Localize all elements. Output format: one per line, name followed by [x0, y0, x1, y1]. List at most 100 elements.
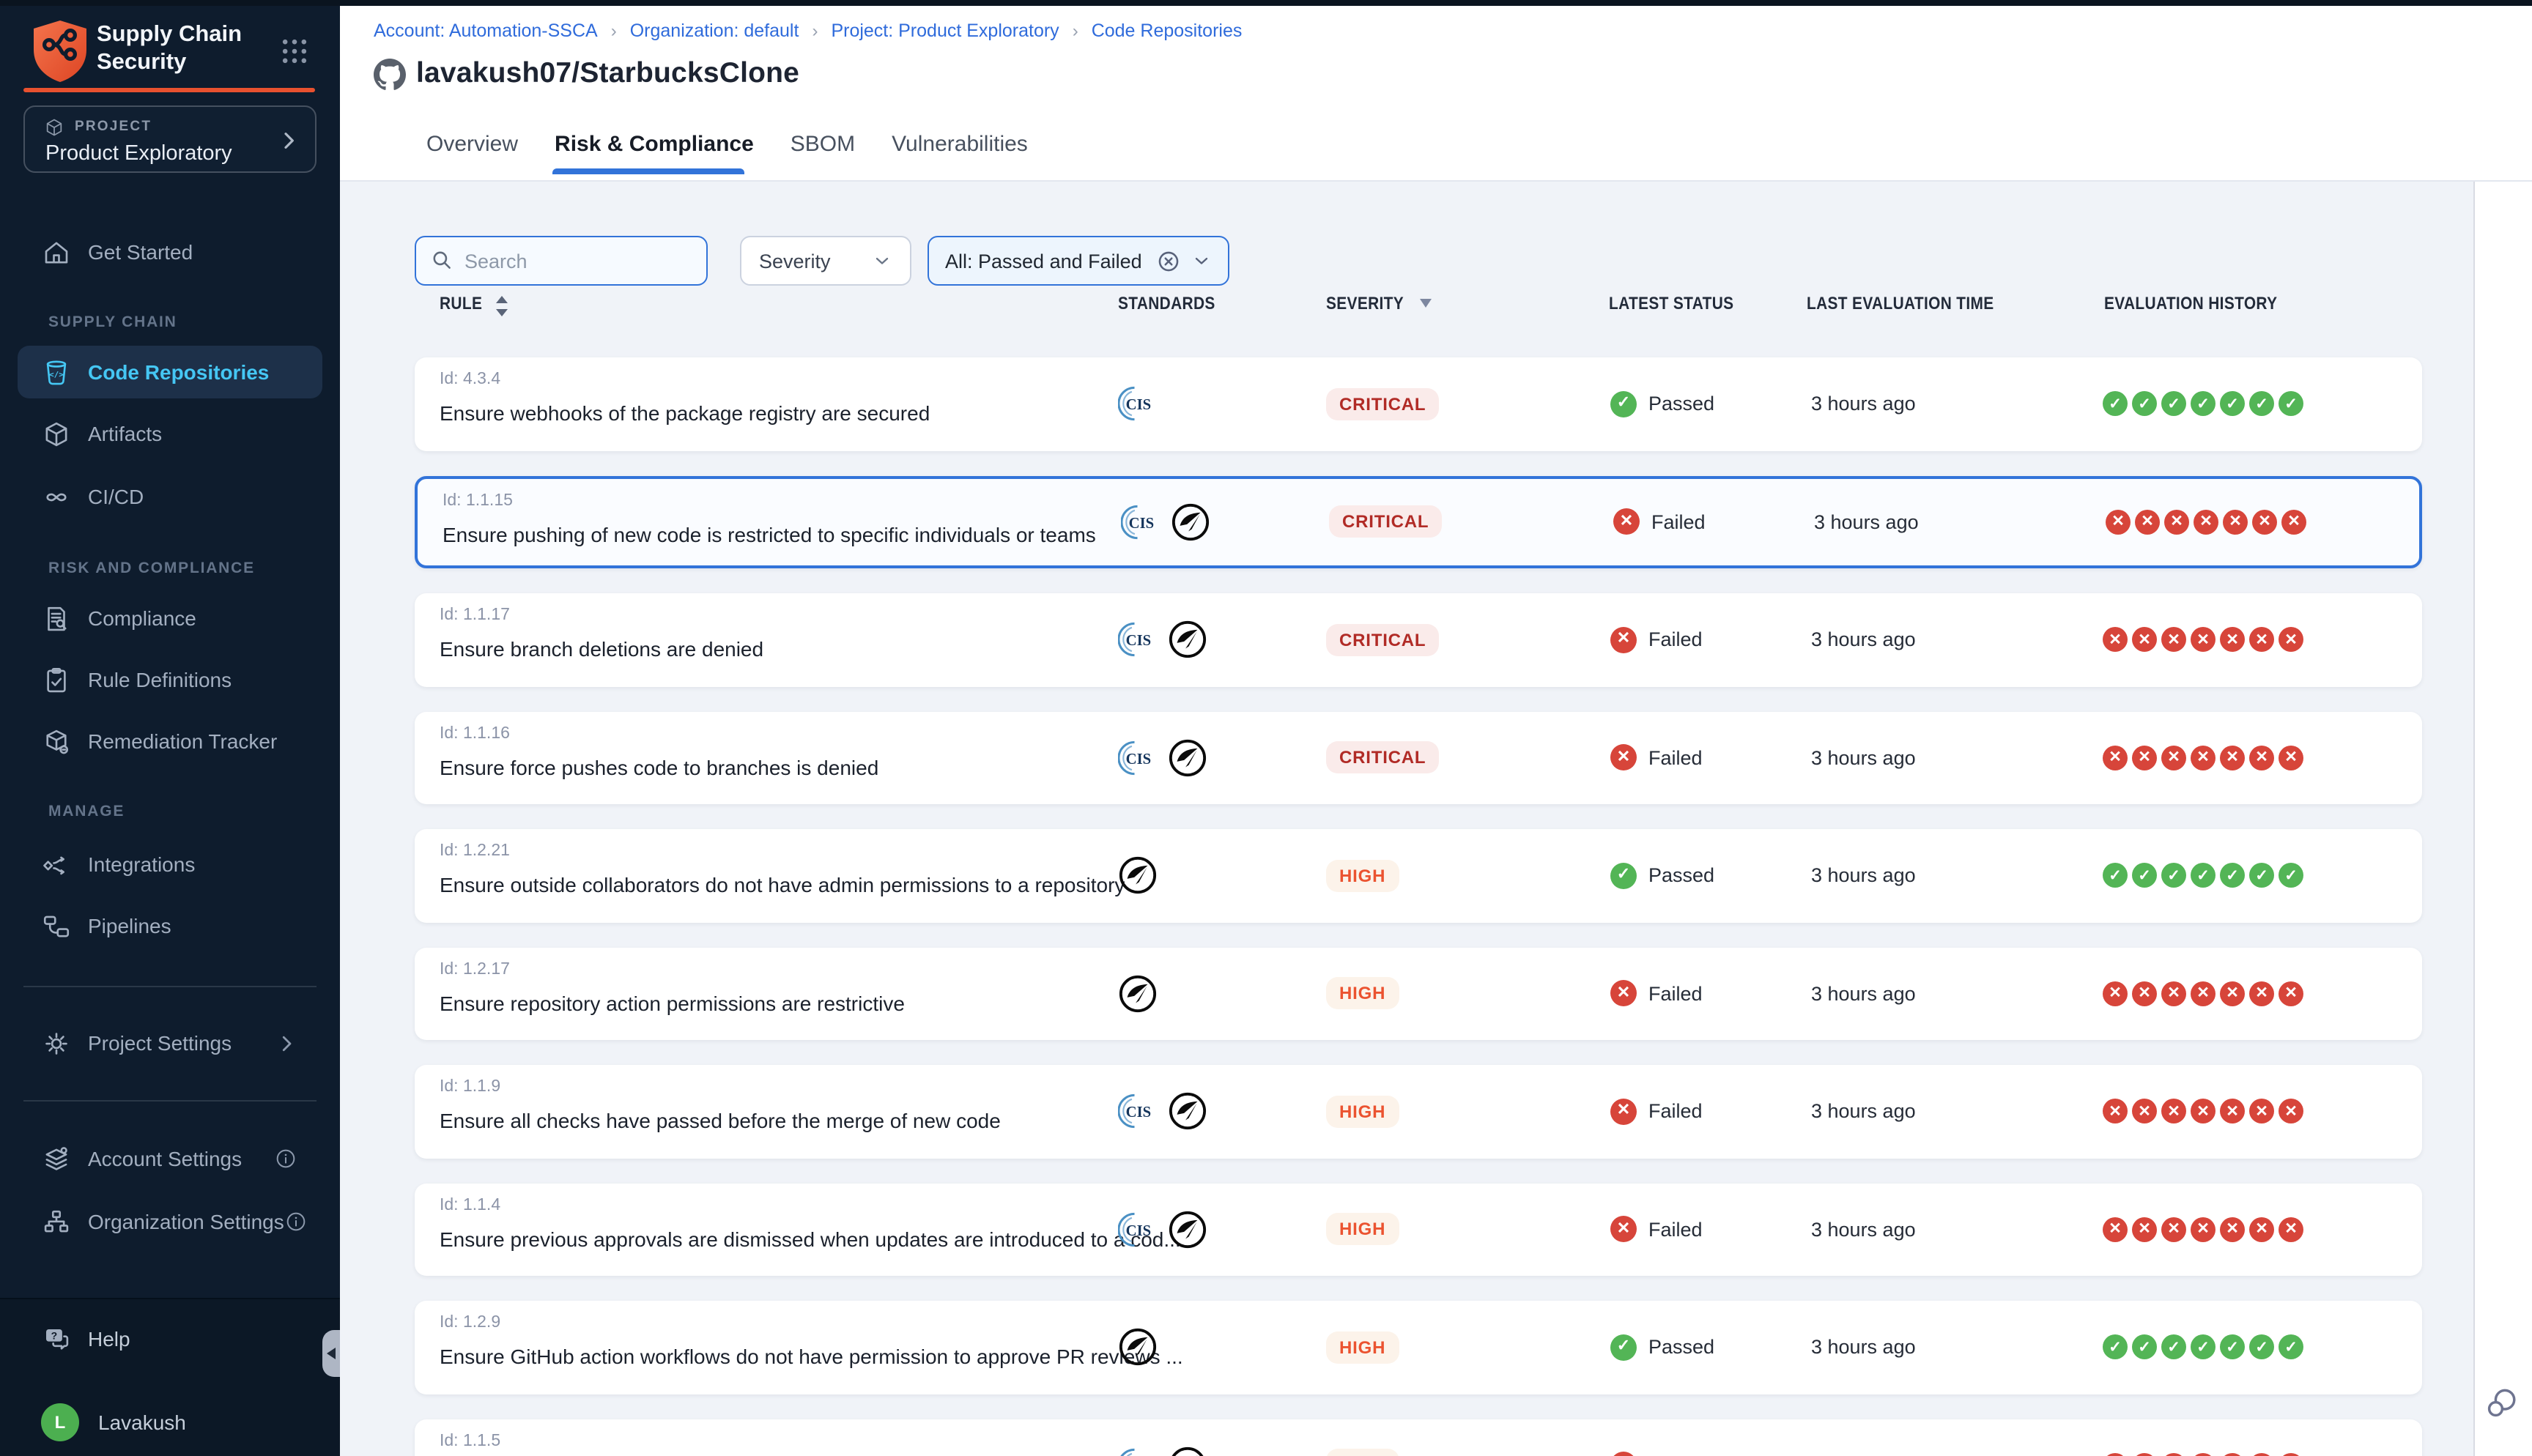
rule-id: Id: 1.1.16 — [440, 724, 510, 742]
status-label: Passed — [1648, 393, 1714, 415]
status-filter-dropdown[interactable]: All: Passed and Failed — [928, 236, 1229, 286]
standards-icons: CIS — [1118, 593, 1207, 686]
chevron-right-icon — [277, 129, 300, 152]
tab-sbom[interactable]: SBOM — [791, 131, 855, 156]
history-fail-icon: ✕ — [2161, 1217, 2186, 1242]
column-latest-status: LATEST STATUS — [1609, 293, 1733, 313]
history-pass-icon: ✓ — [2249, 863, 2274, 888]
table-row[interactable]: Id: 1.1.16 Ensure force pushes code to b… — [415, 711, 2422, 804]
latest-status: ✕ Failed — [1613, 478, 1706, 565]
sidebar-item-cicd[interactable]: CI/CD — [0, 470, 340, 523]
app-grid-icon[interactable] — [278, 35, 311, 67]
info-icon[interactable] — [284, 1210, 308, 1233]
project-cube-icon — [44, 117, 64, 138]
last-evaluation-time: 3 hours ago — [1811, 1301, 1916, 1394]
severity-filter-dropdown[interactable]: Severity — [740, 236, 911, 286]
info-icon[interactable] — [274, 1147, 297, 1170]
latest-status: ✓ Passed — [1610, 829, 1714, 922]
severity-badge: HIGH — [1326, 978, 1399, 1010]
status-icon: ✓ — [1610, 391, 1637, 417]
tab-vulnerabilities[interactable]: Vulnerabilities — [892, 131, 1028, 156]
evaluation-history: ✕✕✕✕✕✕✕ — [2103, 1065, 2303, 1158]
column-severity[interactable]: SEVERITY — [1326, 293, 1404, 313]
sidebar-item-code-repositories[interactable]: </> Code Repositories — [18, 346, 322, 398]
rule-id: Id: 1.1.17 — [440, 606, 510, 624]
evaluation-history: ✕✕✕✕✕✕✕ — [2103, 593, 2303, 686]
severity-badge: CRITICAL — [1326, 624, 1439, 656]
sidebar-item-artifacts[interactable]: Artifacts — [0, 407, 340, 460]
last-evaluation-time: 3 hours ago — [1811, 1183, 1916, 1276]
sidebar-item-pipelines[interactable]: Pipelines — [0, 899, 340, 952]
latest-status: ✕ Failed — [1610, 1183, 1703, 1276]
breadcrumb-separator: › — [1073, 21, 1078, 41]
sidebar-item-integrations[interactable]: Integrations — [0, 838, 340, 891]
status-icon: ✕ — [1613, 509, 1640, 535]
search-input[interactable] — [415, 236, 708, 286]
column-rule[interactable]: RULE — [440, 293, 482, 313]
evaluation-history: ✓✓✓✓✓✓✓ — [2103, 829, 2303, 922]
window-top-edge — [0, 0, 2532, 6]
svg-text:?: ? — [51, 1329, 58, 1340]
history-fail-icon: ✕ — [2191, 1099, 2216, 1124]
breadcrumb-account[interactable]: Account: Automation-SSCA — [374, 21, 598, 41]
history-pass-icon: ✓ — [2132, 1335, 2157, 1360]
history-fail-icon: ✕ — [2132, 1453, 2157, 1456]
tab-overview[interactable]: Overview — [426, 131, 518, 156]
rule-id: Id: 1.1.9 — [440, 1078, 500, 1096]
svg-text:CIS: CIS — [1126, 634, 1152, 650]
sidebar-item-organization-settings[interactable]: Organization Settings — [0, 1195, 340, 1248]
user-name: Lavakush — [98, 1411, 186, 1434]
history-fail-icon: ✕ — [2220, 1453, 2245, 1456]
openssf-standard-icon — [1118, 974, 1158, 1014]
sidebar-item-remediation-tracker[interactable]: Remediation Tracker — [0, 715, 340, 768]
tab-risk-and-compliance[interactable]: Risk & Compliance — [555, 131, 754, 156]
sidebar-item-account-settings[interactable]: Account Settings — [0, 1132, 340, 1185]
clear-filter-icon[interactable] — [1156, 248, 1181, 273]
sidebar-item-compliance[interactable]: Compliance — [0, 592, 340, 645]
chat-support-icon[interactable] — [2484, 1383, 2522, 1421]
sidebar-collapse-handle[interactable] — [322, 1330, 340, 1377]
cis-standard-icon: CIS — [1118, 385, 1158, 424]
sort-icon[interactable] — [494, 294, 510, 318]
sidebar-item-get-started[interactable]: Get Started — [0, 226, 340, 278]
evaluation-history: ✕✕✕✕✕✕✕ — [2103, 1419, 2303, 1456]
table-row[interactable]: Id: 1.1.4 Ensure previous approvals are … — [415, 1183, 2422, 1276]
sidebar-item-rule-definitions[interactable]: Rule Definitions — [0, 653, 340, 706]
table-row[interactable]: Id: 1.1.9 Ensure all checks have passed … — [415, 1065, 2422, 1158]
history-fail-icon: ✕ — [2249, 1453, 2274, 1456]
sidebar-bottom-section: ? Help L Lavakush — [0, 1298, 340, 1456]
sidebar: Supply Chain Security PROJECT Product Ex… — [0, 0, 340, 1456]
cis-standard-icon: CIS — [1118, 738, 1158, 778]
table-row[interactable]: Id: 1.1.17 Ensure branch deletions are d… — [415, 593, 2422, 686]
latest-status: ✕ Failed — [1610, 947, 1703, 1040]
breadcrumb-code-repositories[interactable]: Code Repositories — [1092, 21, 1243, 41]
history-pass-icon: ✓ — [2161, 863, 2186, 888]
table-row[interactable]: Id: 1.1.15 Ensure pushing of new code is… — [415, 475, 2422, 568]
evaluation-history: ✕✕✕✕✕✕✕ — [2103, 1183, 2303, 1276]
clipboard-check-icon — [41, 664, 72, 695]
openssf-standard-icon — [1118, 1328, 1158, 1367]
user-menu[interactable]: L Lavakush — [0, 1396, 340, 1449]
history-pass-icon: ✓ — [2279, 392, 2303, 417]
table-row[interactable]: Id: 1.2.21 Ensure outside collaborators … — [415, 829, 2422, 922]
history-pass-icon: ✓ — [2103, 863, 2128, 888]
history-fail-icon: ✕ — [2249, 628, 2274, 653]
history-fail-icon: ✕ — [2281, 510, 2306, 535]
table-row[interactable]: Id: 1.2.17 Ensure repository action perm… — [415, 947, 2422, 1040]
rule-id: Id: 1.2.21 — [440, 842, 510, 860]
project-label: PROJECT — [75, 119, 152, 135]
sidebar-item-help[interactable]: ? Help — [0, 1312, 340, 1365]
latest-status: ✕ Failed — [1610, 711, 1703, 804]
history-fail-icon: ✕ — [2252, 510, 2277, 535]
project-selector[interactable]: PROJECT Product Exploratory — [23, 105, 316, 173]
gear-icon — [41, 1028, 72, 1058]
last-evaluation-time: 3 hours ago — [1811, 593, 1916, 686]
breadcrumb-organization[interactable]: Organization: default — [630, 21, 799, 41]
sidebar-item-project-settings[interactable]: Project Settings — [0, 1017, 340, 1069]
table-row[interactable]: Id: 1.2.9 Ensure GitHub action workflows… — [415, 1301, 2422, 1394]
breadcrumb-project[interactable]: Project: Product Exploratory — [831, 21, 1059, 41]
table-row[interactable]: Id: 4.3.4 Ensure webhooks of the package… — [415, 357, 2422, 450]
status-label: Passed — [1648, 865, 1714, 887]
table-row[interactable]: Id: 1.1.5 CIS HIGH ✕ Failed 3 hours ago … — [415, 1419, 2422, 1456]
table-header: RULE STANDARDS SEVERITY LATEST STATUS LA… — [340, 293, 2473, 328]
